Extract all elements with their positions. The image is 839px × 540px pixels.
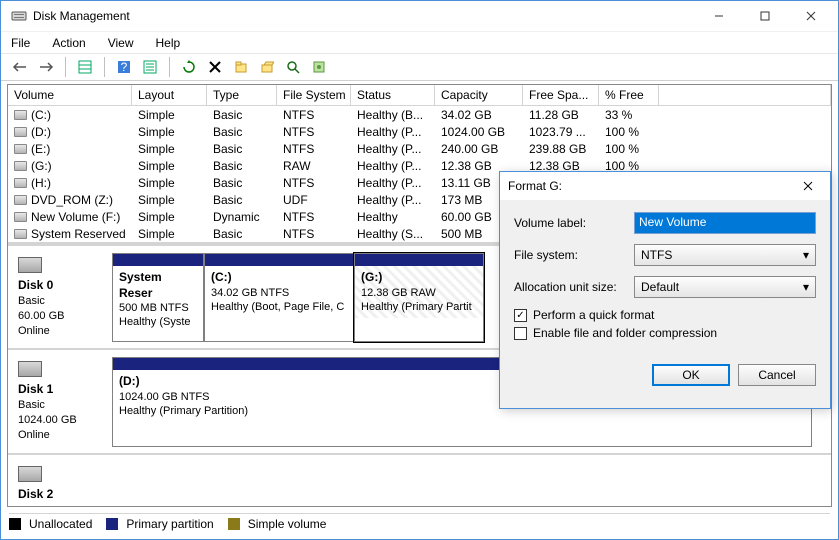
- back-button[interactable]: [9, 56, 31, 78]
- partition[interactable]: (G:)12.38 GB RAWHealthy (Primary Partit: [354, 253, 484, 342]
- filesystem-label: File system:: [514, 248, 634, 262]
- filesystem-select[interactable]: NTFS▾: [634, 244, 816, 266]
- drive-icon: [14, 161, 27, 171]
- menu-file[interactable]: File: [7, 34, 34, 52]
- col-volume[interactable]: Volume: [8, 85, 132, 105]
- allocation-select[interactable]: Default▾: [634, 276, 816, 298]
- maximize-button[interactable]: [742, 2, 788, 30]
- dialog-title: Format G:: [508, 179, 794, 193]
- legend-primary-icon: [106, 518, 118, 530]
- close-button[interactable]: [788, 2, 834, 30]
- minimize-button[interactable]: [696, 2, 742, 30]
- drive-icon: [14, 178, 27, 188]
- disk-icon: [18, 466, 42, 482]
- volume-label-input[interactable]: New Volume: [634, 212, 816, 234]
- table-header: Volume Layout Type File System Status Ca…: [8, 85, 831, 106]
- disk-icon: [18, 257, 42, 273]
- menubar: File Action View Help: [1, 31, 838, 53]
- svg-text:?: ?: [121, 60, 128, 74]
- legend-simple-icon: [228, 518, 240, 530]
- col-capacity[interactable]: Capacity: [435, 85, 523, 105]
- format-dialog: Format G: Volume label: New Volume File …: [499, 171, 831, 409]
- legend-primary: Primary partition: [126, 517, 213, 531]
- disk-label[interactable]: Disk 1Basic1024.00 GBOnline: [8, 357, 112, 446]
- drive-icon: [14, 229, 27, 239]
- volume-row[interactable]: (D:)SimpleBasicNTFSHealthy (P...1024.00 …: [8, 123, 831, 140]
- partition[interactable]: System Reser500 MB NTFSHealthy (Syste: [112, 253, 204, 342]
- chevron-down-icon: ▾: [803, 248, 809, 262]
- disk-label[interactable]: Disk 2: [8, 462, 112, 506]
- checkbox-unchecked-icon: [514, 327, 527, 340]
- volume-row[interactable]: (C:)SimpleBasicNTFSHealthy (B...34.02 GB…: [8, 106, 831, 123]
- drive-icon: [14, 144, 27, 154]
- titlebar: Disk Management: [1, 1, 838, 31]
- dialog-titlebar: Format G:: [500, 172, 830, 200]
- legend: Unallocated Primary partition Simple vol…: [9, 513, 830, 533]
- col-status[interactable]: Status: [351, 85, 435, 105]
- disk-row: Disk 2: [8, 455, 831, 506]
- volume-row[interactable]: (E:)SimpleBasicNTFSHealthy (P...240.00 G…: [8, 140, 831, 157]
- menu-view[interactable]: View: [104, 34, 138, 52]
- col-type[interactable]: Type: [207, 85, 277, 105]
- drive-icon: [14, 195, 27, 205]
- drive-icon: [14, 127, 27, 137]
- col-pctfree[interactable]: % Free: [599, 85, 659, 105]
- drive-icon: [14, 110, 27, 120]
- checkbox-checked-icon: ✓: [514, 309, 527, 322]
- legend-unallocated-icon: [9, 518, 21, 530]
- dialog-close-button[interactable]: [794, 173, 822, 199]
- partition[interactable]: (C:)34.02 GB NTFSHealthy (Boot, Page Fil…: [204, 253, 354, 342]
- legend-simple: Simple volume: [248, 517, 327, 531]
- view-list-icon[interactable]: [74, 56, 96, 78]
- compression-checkbox[interactable]: Enable file and folder compression: [514, 326, 816, 340]
- forward-button[interactable]: [35, 56, 57, 78]
- allocation-label: Allocation unit size:: [514, 280, 634, 294]
- volume-label-label: Volume label:: [514, 216, 634, 230]
- col-layout[interactable]: Layout: [132, 85, 207, 105]
- action-icon[interactable]: [308, 56, 330, 78]
- help-icon[interactable]: ?: [113, 56, 135, 78]
- disk-label[interactable]: Disk 0Basic60.00 GBOnline: [8, 253, 112, 342]
- open-icon[interactable]: [256, 56, 278, 78]
- quick-format-checkbox[interactable]: ✓ Perform a quick format: [514, 308, 816, 322]
- refresh-icon[interactable]: [178, 56, 200, 78]
- disk-icon: [18, 361, 42, 377]
- chevron-down-icon: ▾: [803, 280, 809, 294]
- delete-icon[interactable]: [204, 56, 226, 78]
- col-filesystem[interactable]: File System: [277, 85, 351, 105]
- menu-action[interactable]: Action: [48, 34, 89, 52]
- drive-icon: [14, 212, 27, 222]
- properties-icon[interactable]: [230, 56, 252, 78]
- toolbar: ?: [1, 53, 838, 81]
- settings-list-icon[interactable]: [139, 56, 161, 78]
- menu-help[interactable]: Help: [152, 34, 185, 52]
- find-icon[interactable]: [282, 56, 304, 78]
- col-free[interactable]: Free Spa...: [523, 85, 599, 105]
- disk-management-window: Disk Management File Action View Help ? …: [0, 0, 839, 540]
- window-title: Disk Management: [33, 9, 696, 23]
- cancel-button[interactable]: Cancel: [738, 364, 816, 386]
- app-icon: [11, 8, 27, 24]
- ok-button[interactable]: OK: [652, 364, 730, 386]
- legend-unallocated: Unallocated: [29, 517, 92, 531]
